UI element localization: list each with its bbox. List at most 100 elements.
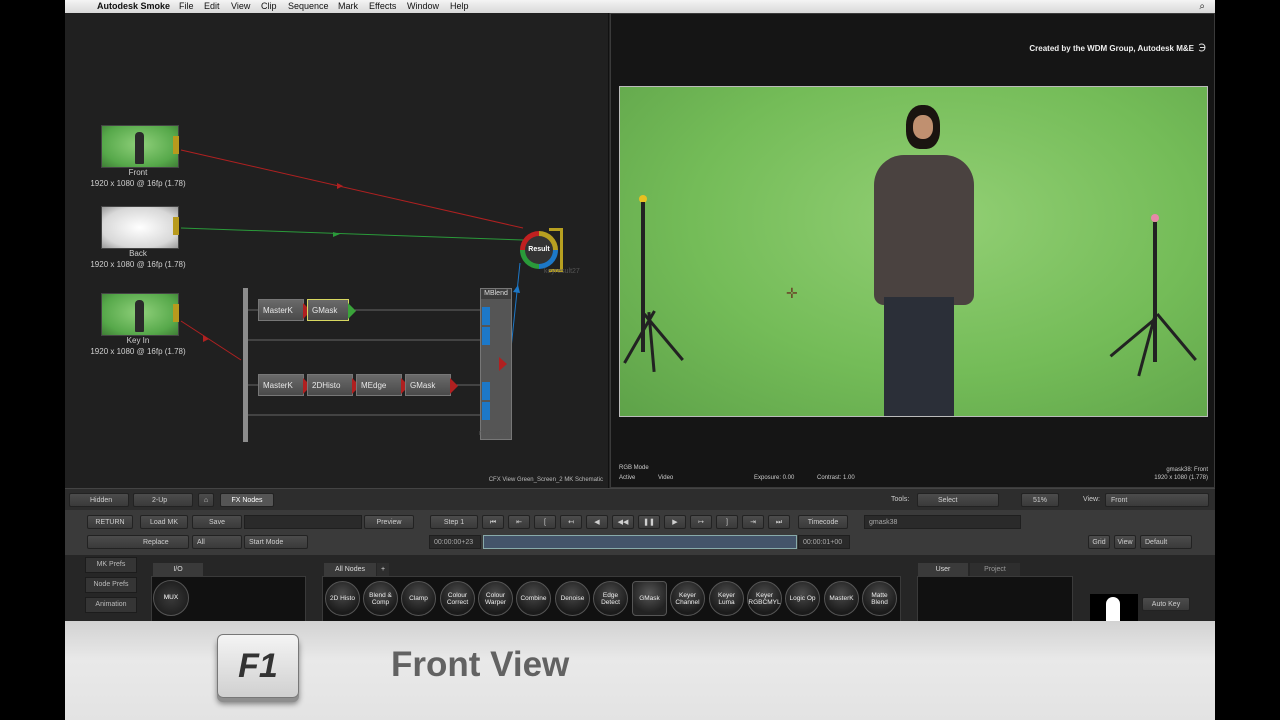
shortcut-banner: F1 Front View xyxy=(65,621,1215,720)
play-back-icon[interactable]: ◀◀ xyxy=(612,515,634,529)
fx-node-2d-histo[interactable]: 2D Histo xyxy=(325,581,360,616)
play-icon[interactable]: ▶ xyxy=(664,515,686,529)
node-gmask-1[interactable]: GMask xyxy=(307,299,356,321)
fx-node-gmask[interactable]: GMask xyxy=(632,581,667,616)
back-thumbnail[interactable] xyxy=(101,206,179,249)
grid-button[interactable]: Grid xyxy=(1088,535,1110,549)
viewer-node-name: gmask38: Front xyxy=(1166,467,1208,473)
mblend-output[interactable] xyxy=(499,357,507,371)
mblend-port[interactable] xyxy=(482,382,490,400)
fx-node-colour-correct[interactable]: Colour Correct xyxy=(440,581,475,616)
mark-in-icon[interactable]: [ xyxy=(534,515,556,529)
mblend-port[interactable] xyxy=(482,402,490,420)
fx-node-matte-blend[interactable]: Matte Blend xyxy=(862,581,897,616)
preview-button[interactable]: Preview xyxy=(364,515,414,529)
fx-node-keyer-luma[interactable]: Keyer Luma xyxy=(709,581,744,616)
schematic-view[interactable]: Front 1920 x 1080 @ 16fp (1.78) Back 1920 … xyxy=(65,13,609,488)
menu-clip[interactable]: Clip xyxy=(261,0,277,13)
input-rail xyxy=(243,288,248,442)
fx-node-edge-detect[interactable]: Edge Detect xyxy=(593,581,628,616)
fx-node-keyer-rgbcmyl[interactable]: Keyer RGBCMYL xyxy=(747,581,782,616)
tab-project[interactable]: Project xyxy=(970,563,1020,576)
node-medge[interactable]: MEdge xyxy=(356,374,409,396)
tab-io[interactable]: I/O xyxy=(153,563,203,576)
replace-dropdown[interactable]: Replace xyxy=(87,535,189,549)
matte-preview-thumbnail[interactable] xyxy=(1090,594,1138,622)
keyin-thumbnail[interactable] xyxy=(101,293,179,336)
next-key-icon[interactable]: ⇥ xyxy=(742,515,764,529)
stand-leg xyxy=(1156,313,1197,361)
mblend-port[interactable] xyxy=(482,307,490,325)
goto-end-icon[interactable]: ⏭ xyxy=(768,515,790,529)
load-mk-button[interactable]: Load MK xyxy=(140,515,188,529)
fx-nodes-button[interactable]: FX Nodes xyxy=(220,493,274,507)
viewer-node-format: 1920 x 1080 (1.778) xyxy=(1154,475,1208,481)
node-masterk-1[interactable]: MasterK xyxy=(258,299,311,321)
start-mode-dropdown[interactable]: Start Mode xyxy=(244,535,308,549)
node-masterk-2[interactable]: MasterK xyxy=(258,374,311,396)
timecode-dropdown[interactable]: Timecode xyxy=(798,515,848,529)
mux-node-button[interactable]: MUX xyxy=(153,580,189,616)
node-name-field[interactable]: gmask38 xyxy=(864,515,1021,529)
menu-sequence[interactable]: Sequence xyxy=(288,0,329,13)
prev-mark-icon[interactable]: ↤ xyxy=(560,515,582,529)
setup-name-field[interactable] xyxy=(244,515,362,529)
mark-out-icon[interactable]: ] xyxy=(716,515,738,529)
time-end-field[interactable]: 00:00:01+00 xyxy=(798,535,850,549)
animation-button[interactable]: Animation xyxy=(85,597,137,613)
tab-user[interactable]: User xyxy=(918,563,968,576)
save-button[interactable]: Save xyxy=(192,515,242,529)
crosshair-icon[interactable]: ✛ xyxy=(786,285,798,302)
view-dropdown[interactable]: Front xyxy=(1105,493,1209,507)
view-label: View: xyxy=(1083,496,1100,503)
home-icon[interactable]: ⌂ xyxy=(198,493,214,507)
mblend-title: MBlend xyxy=(481,289,511,299)
tab-all-nodes[interactable]: All Nodes xyxy=(324,563,376,576)
menu-edit[interactable]: Edit xyxy=(204,0,220,13)
mblend-node[interactable]: MBlend xyxy=(480,288,512,440)
front-thumbnail[interactable] xyxy=(101,125,179,168)
tools-dropdown[interactable]: Select xyxy=(917,493,999,507)
layout-dropdown[interactable]: 2-Up xyxy=(133,493,193,507)
zoom-dropdown[interactable]: 51% xyxy=(1021,493,1059,507)
tab-add[interactable]: + xyxy=(377,563,389,576)
step-back-icon[interactable]: ◀ xyxy=(586,515,608,529)
hidden-dropdown[interactable]: Hidden xyxy=(69,493,129,507)
node-prefs-button[interactable]: Node Prefs xyxy=(85,577,137,593)
menu-file[interactable]: File xyxy=(179,0,194,13)
goto-start-icon[interactable]: ⏮ xyxy=(482,515,504,529)
pause-icon[interactable]: ❚❚ xyxy=(638,515,660,529)
all-dropdown[interactable]: All xyxy=(192,535,242,549)
node-gmask-2[interactable]: GMask xyxy=(405,374,458,396)
view-button[interactable]: View xyxy=(1114,535,1136,549)
menu-help[interactable]: Help xyxy=(450,0,469,13)
image-viewer[interactable]: Created by the WDM Group, Autodesk M&E ℈… xyxy=(610,13,1215,488)
fx-node-clamp[interactable]: Clamp xyxy=(401,581,436,616)
step-field[interactable]: Step 1 xyxy=(430,515,478,529)
default-dropdown[interactable]: Default xyxy=(1140,535,1192,549)
fx-node-masterk[interactable]: MasterK xyxy=(824,581,859,616)
return-button[interactable]: RETURN xyxy=(87,515,133,529)
menu-mark[interactable]: Mark xyxy=(338,0,358,13)
mk-prefs-button[interactable]: MK Prefs xyxy=(85,557,137,573)
prev-key-icon[interactable]: ⇤ xyxy=(508,515,530,529)
fx-node-colour-warper[interactable]: Colour Warper xyxy=(478,581,513,616)
search-icon[interactable]: ⌕ xyxy=(1199,0,1205,13)
auto-key-button[interactable]: Auto Key xyxy=(1142,597,1190,611)
fx-node-denoise[interactable]: Denoise xyxy=(555,581,590,616)
menu-bar: Autodesk Smoke File Edit View Clip Seque… xyxy=(65,0,1215,13)
time-start-field[interactable]: 00:00:00+23 xyxy=(429,535,481,549)
app-name[interactable]: Autodesk Smoke xyxy=(97,0,170,13)
menu-effects[interactable]: Effects xyxy=(369,0,396,13)
node-2dhisto[interactable]: 2DHisto xyxy=(307,374,360,396)
mblend-port[interactable] xyxy=(482,327,490,345)
fx-node-keyer-channel[interactable]: Keyer Channel xyxy=(670,581,705,616)
green-screen-frame[interactable]: ✛ xyxy=(619,86,1208,417)
fx-node-combine[interactable]: Combine xyxy=(516,581,551,616)
menu-view[interactable]: View xyxy=(231,0,250,13)
next-mark-icon[interactable]: ↦ xyxy=(690,515,712,529)
fx-node-blend-comp[interactable]: Blend & Comp xyxy=(363,581,398,616)
fx-node-logic-op[interactable]: Logic Op xyxy=(785,581,820,616)
menu-window[interactable]: Window xyxy=(407,0,439,13)
timeline-scrubber[interactable] xyxy=(483,535,797,549)
